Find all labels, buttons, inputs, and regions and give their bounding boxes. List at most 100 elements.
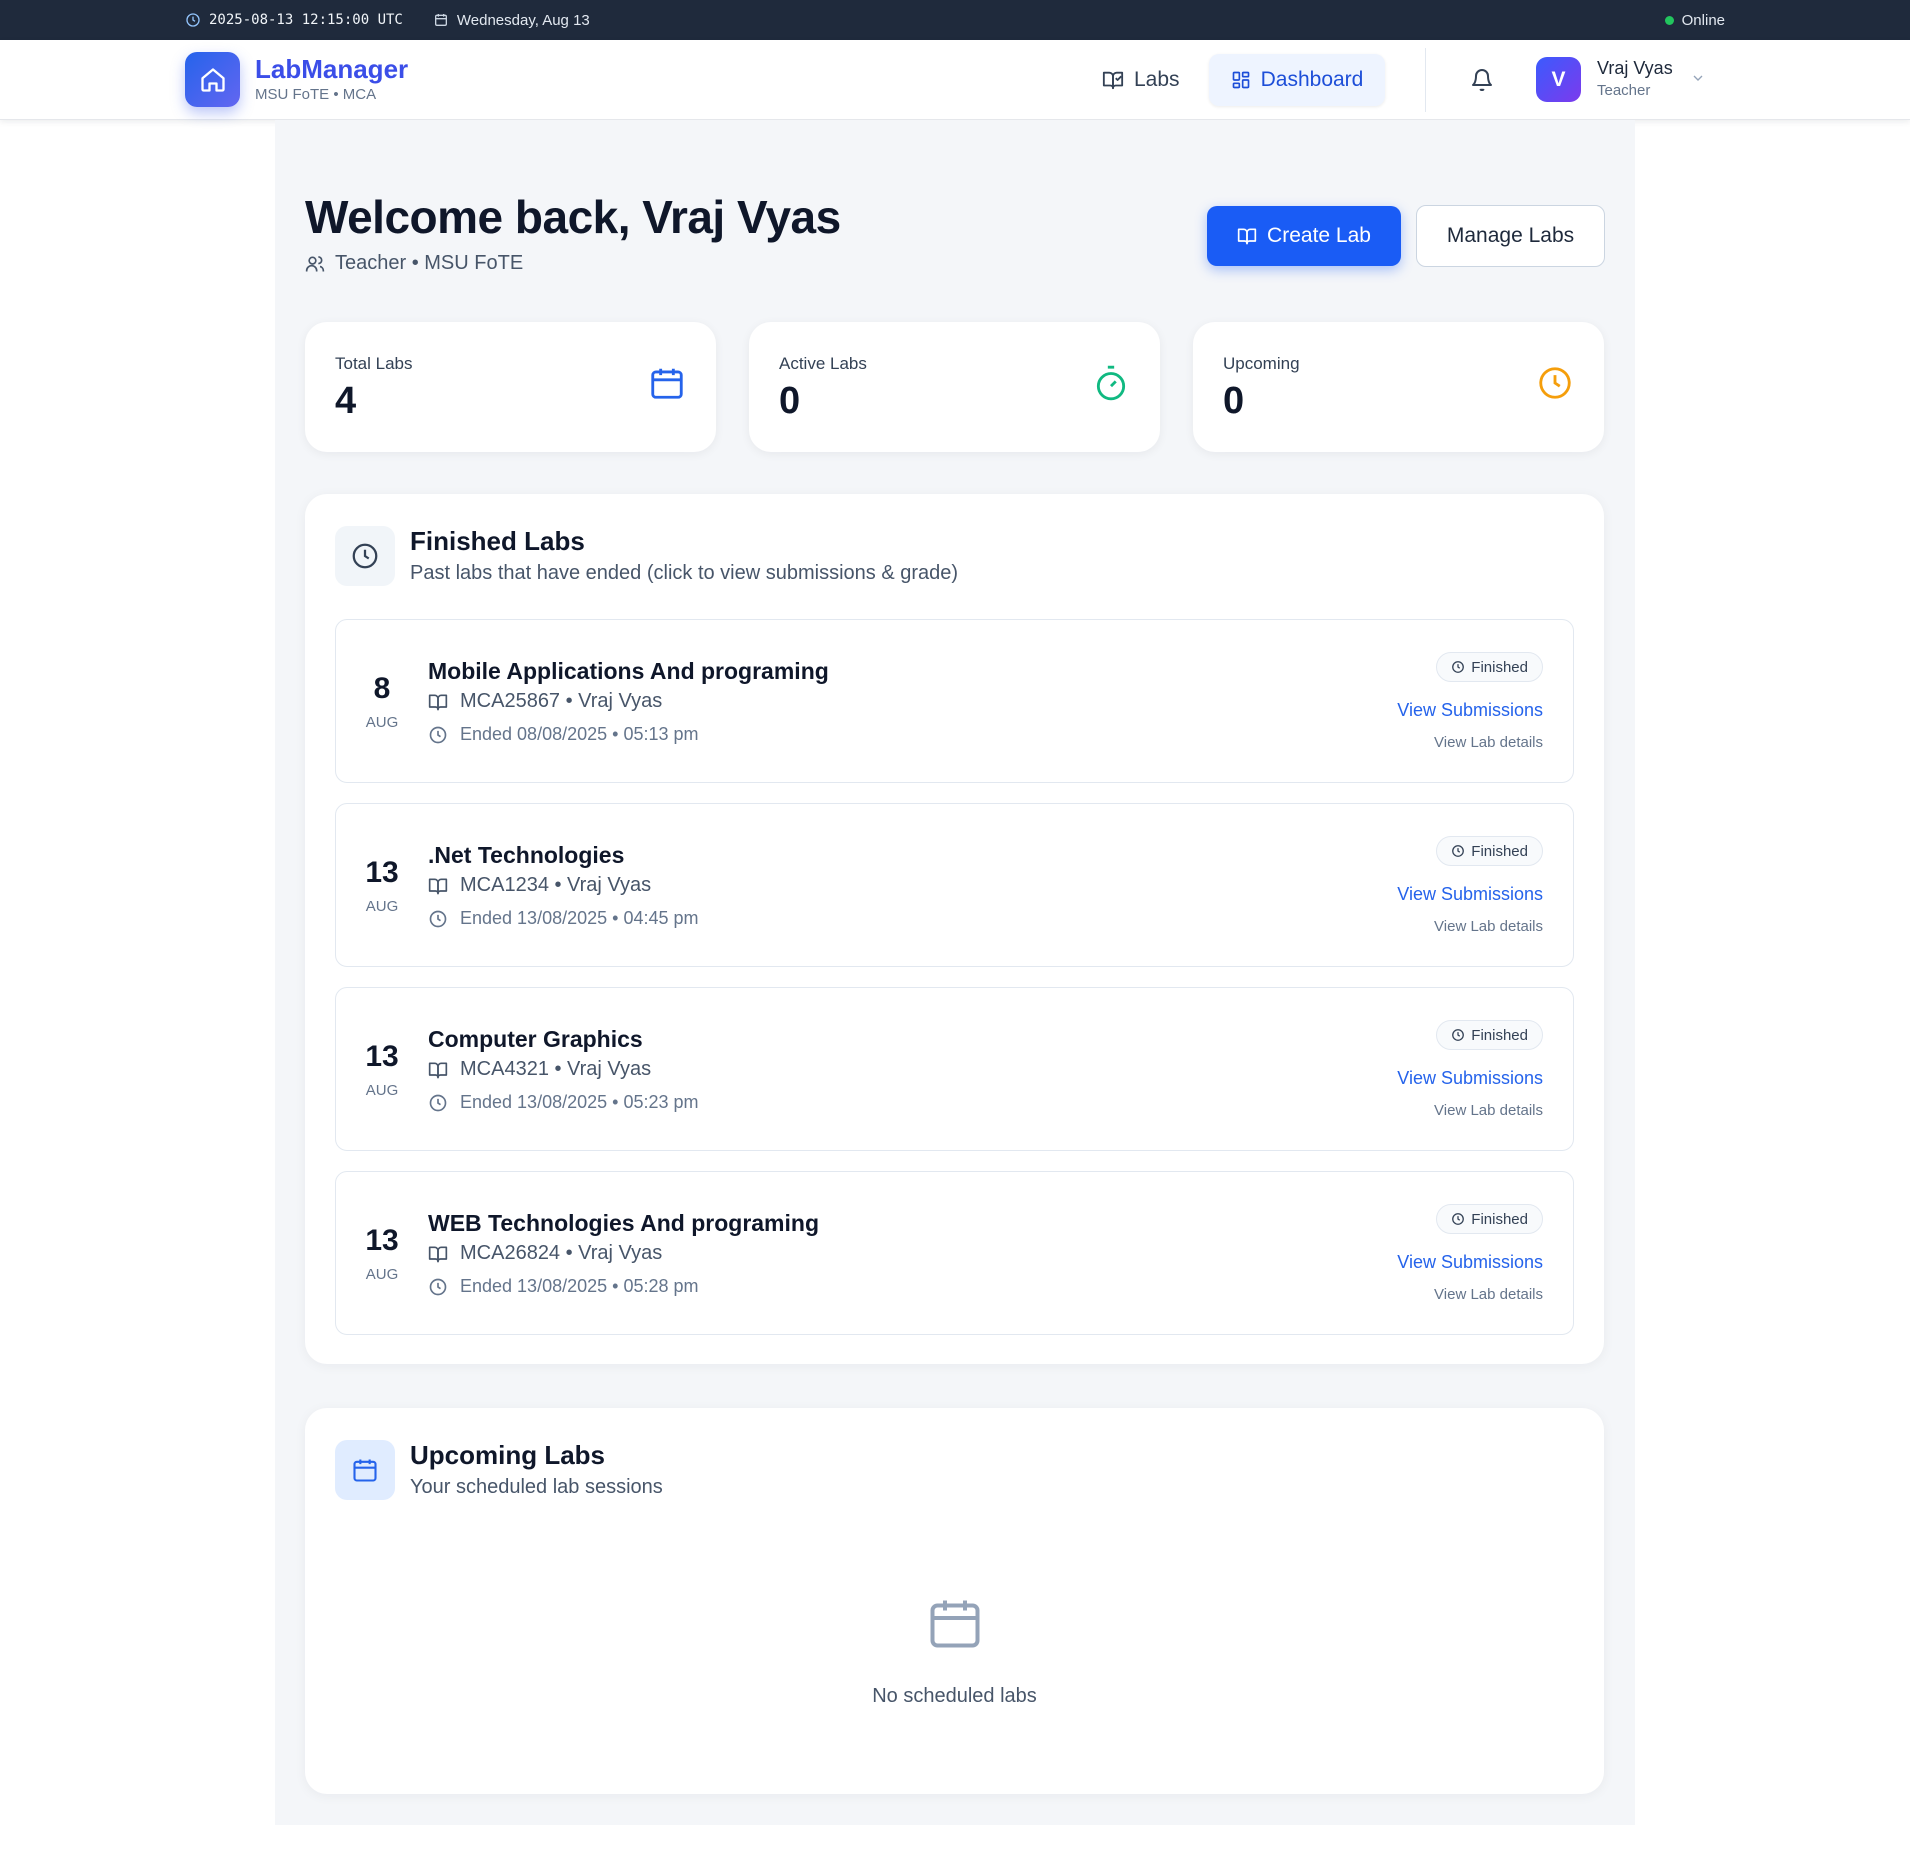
- nav-labs-link[interactable]: Labs: [1090, 54, 1192, 106]
- lab-code-text: MCA26824 • Vraj Vyas: [460, 1242, 663, 1264]
- lab-title: WEB Technologies And programing: [428, 1210, 819, 1236]
- lab-ended-line: Ended 13/08/2025 • 04:45 pm: [428, 908, 699, 929]
- timer-icon: [1092, 364, 1130, 402]
- connection-status: Online: [1664, 0, 1725, 40]
- lab-code-line: MCA1234 • Vraj Vyas: [428, 874, 651, 897]
- page-title: Welcome back, Vraj Vyas: [305, 191, 841, 243]
- empty-state-text: No scheduled labs: [872, 1685, 1037, 1707]
- connection-status-label: Online: [1681, 11, 1725, 29]
- nav-dashboard-label: Dashboard: [1260, 68, 1364, 91]
- lab-ended-line: Ended 13/08/2025 • 05:23 pm: [428, 1092, 699, 1113]
- status-badge-label: Finished: [1471, 658, 1528, 676]
- app-logo[interactable]: [185, 52, 240, 107]
- lab-month: AUG: [365, 1266, 399, 1283]
- status-badge: Finished: [1436, 1020, 1543, 1050]
- book-icon: [428, 1060, 448, 1080]
- clock-icon: [1451, 1028, 1465, 1042]
- view-submissions-link[interactable]: View Submissions: [1397, 884, 1543, 905]
- bell-icon: [1470, 68, 1494, 92]
- create-lab-label: Create Lab: [1267, 224, 1371, 247]
- user-menu[interactable]: Vraj Vyas Teacher: [1597, 58, 1673, 99]
- lab-title: Computer Graphics: [428, 1026, 643, 1052]
- stat-label: Upcoming: [1223, 354, 1300, 373]
- calendar-icon: [433, 12, 449, 28]
- upcoming-labs-card: Upcoming Labs Your scheduled lab session…: [305, 1408, 1604, 1794]
- book-check-icon: [1102, 69, 1124, 91]
- clock-icon: [1451, 844, 1465, 858]
- status-badge-label: Finished: [1471, 842, 1528, 860]
- view-lab-details-link[interactable]: View Lab details: [1434, 734, 1543, 751]
- view-lab-details-link[interactable]: View Lab details: [1434, 918, 1543, 935]
- clock-icon: [185, 12, 201, 28]
- book-icon: [428, 692, 448, 712]
- clock-icon: [428, 909, 448, 929]
- main-content: Welcome back, Vraj Vyas Teacher • MSU Fo…: [275, 120, 1635, 1825]
- lab-month: AUG: [365, 714, 399, 731]
- book-icon: [428, 876, 448, 896]
- lab-day: 13: [365, 1224, 399, 1257]
- user-role: Teacher: [1597, 82, 1651, 99]
- lab-day: 13: [365, 1040, 399, 1073]
- status-badge-label: Finished: [1471, 1026, 1528, 1044]
- lab-item[interactable]: 13 AUG .Net Technologies MCA1234 • Vraj …: [335, 803, 1574, 967]
- manage-labs-button[interactable]: Manage Labs: [1416, 205, 1605, 267]
- status-badge-label: Finished: [1471, 1210, 1528, 1228]
- stat-value: 0: [1223, 380, 1245, 422]
- status-bar-left: 2025-08-13 12:15:00 UTC Wednesday, Aug 1…: [185, 0, 590, 40]
- clock-icon: [1451, 1212, 1465, 1226]
- lab-code-text: MCA25867 • Vraj Vyas: [460, 690, 663, 712]
- nav-divider: [1425, 48, 1426, 112]
- clock-icon: [428, 1277, 448, 1297]
- lab-item[interactable]: 13 AUG Computer Graphics MCA4321 • Vraj …: [335, 987, 1574, 1151]
- status-badge: Finished: [1436, 652, 1543, 682]
- current-datetime: 2025-08-13 12:15:00 UTC: [209, 12, 403, 28]
- lab-item[interactable]: 13 AUG WEB Technologies And programing M…: [335, 1171, 1574, 1335]
- notifications-button[interactable]: [1465, 63, 1499, 97]
- book-icon: [1237, 226, 1257, 246]
- lab-item[interactable]: 8 AUG Mobile Applications And programing…: [335, 619, 1574, 783]
- view-submissions-link[interactable]: View Submissions: [1397, 1252, 1543, 1273]
- stat-value: 0: [779, 380, 801, 422]
- calendar-icon: [925, 1593, 985, 1653]
- nav-dashboard-link[interactable]: Dashboard: [1209, 54, 1385, 106]
- clock-icon: [1451, 660, 1465, 674]
- lab-code-line: MCA26824 • Vraj Vyas: [428, 1242, 662, 1265]
- current-date: Wednesday, Aug 13: [456, 11, 590, 29]
- finished-labs-card: Finished Labs Past labs that have ended …: [305, 494, 1604, 1364]
- calendar-icon: [648, 364, 686, 402]
- clock-icon: [428, 1093, 448, 1113]
- app-name: LabManager: [255, 54, 409, 84]
- app-subtitle: MSU FoTE • MCA: [255, 86, 377, 103]
- role-line-text: Teacher • MSU FoTE: [335, 252, 524, 274]
- navbar: LabManager MSU FoTE • MCA Labs Dashboard…: [0, 40, 1910, 120]
- book-icon: [428, 1244, 448, 1264]
- lab-ended-line: Ended 08/08/2025 • 05:13 pm: [428, 724, 699, 745]
- stat-label: Active Labs: [779, 354, 867, 373]
- view-submissions-link[interactable]: View Submissions: [1397, 1068, 1543, 1089]
- user-name: Vraj Vyas: [1597, 58, 1673, 78]
- lab-ended-text: Ended 13/08/2025 • 04:45 pm: [460, 908, 699, 928]
- lab-code-line: MCA4321 • Vraj Vyas: [428, 1058, 651, 1081]
- view-lab-details-link[interactable]: View Lab details: [1434, 1102, 1543, 1119]
- section-subtitle: Past labs that have ended (click to view…: [410, 562, 959, 584]
- avatar[interactable]: V: [1536, 57, 1581, 102]
- lab-ended-text: Ended 08/08/2025 • 05:13 pm: [460, 724, 699, 744]
- view-submissions-link[interactable]: View Submissions: [1397, 700, 1543, 721]
- stat-card-upcoming: Upcoming 0: [1193, 322, 1604, 452]
- lab-day: 13: [365, 856, 399, 889]
- lab-ended-text: Ended 13/08/2025 • 05:23 pm: [460, 1092, 699, 1112]
- online-dot-icon: [1664, 15, 1674, 25]
- lab-title: .Net Technologies: [428, 842, 625, 868]
- clock-icon: [335, 526, 395, 586]
- stat-card-total-labs: Total Labs 4: [305, 322, 716, 452]
- nav-labs-label: Labs: [1134, 68, 1180, 91]
- lab-code-text: MCA1234 • Vraj Vyas: [460, 874, 652, 896]
- view-lab-details-link[interactable]: View Lab details: [1434, 1286, 1543, 1303]
- clock-icon: [428, 725, 448, 745]
- calendar-icon: [335, 1440, 395, 1500]
- brand[interactable]: LabManager MSU FoTE • MCA: [255, 54, 408, 103]
- status-badge: Finished: [1436, 836, 1543, 866]
- chevron-down-icon[interactable]: [1690, 70, 1706, 86]
- create-lab-button[interactable]: Create Lab: [1207, 206, 1401, 266]
- home-icon: [199, 66, 227, 94]
